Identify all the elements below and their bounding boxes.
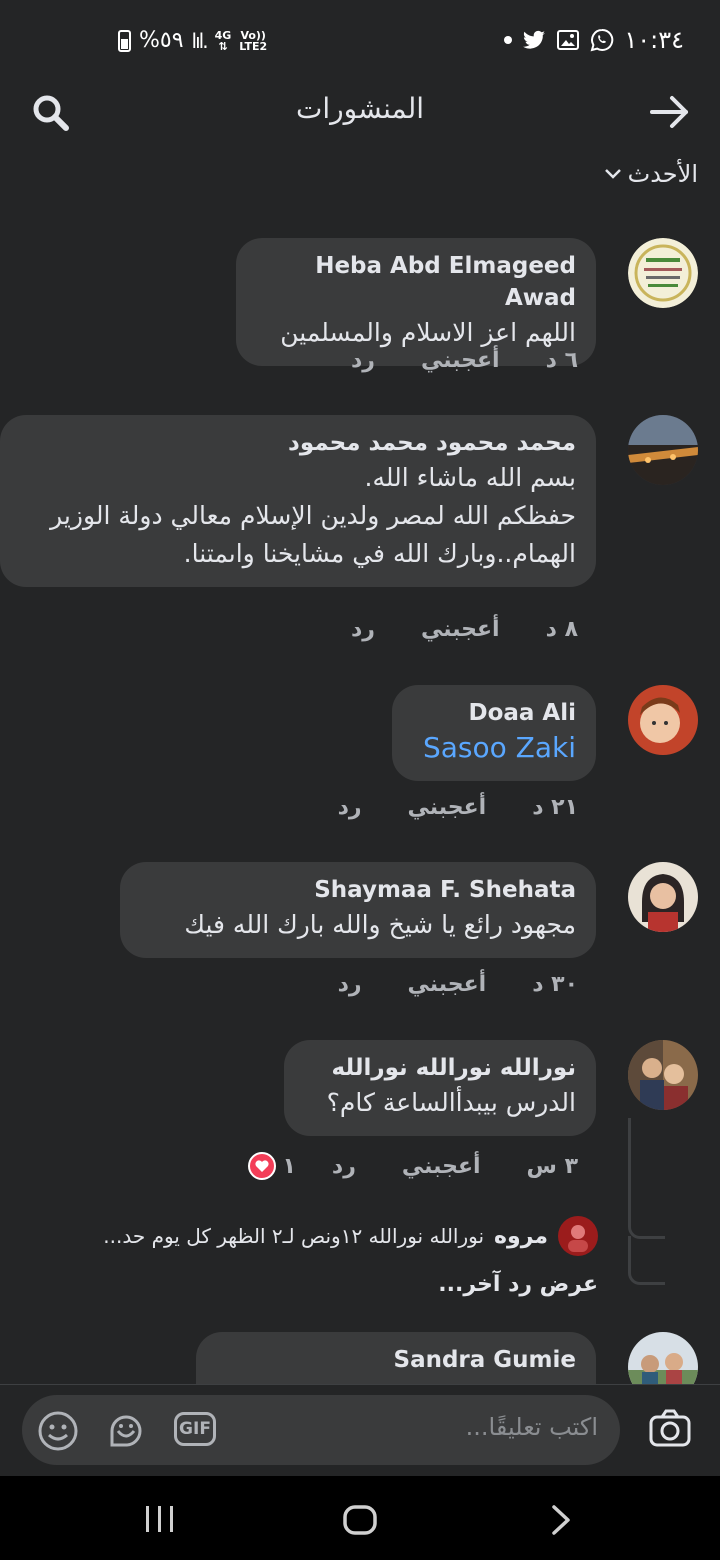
comment-author[interactable]: نورالله نورالله نورالله: [304, 1052, 576, 1084]
like-button[interactable]: أعجبني: [402, 1154, 481, 1179]
sort-dropdown[interactable]: الأحدث: [604, 160, 698, 188]
avatar[interactable]: [628, 415, 698, 485]
comment-text: الدرس بيبدأالساعة كام؟: [326, 1088, 576, 1117]
reply-button[interactable]: رد: [338, 795, 362, 820]
home-icon[interactable]: [342, 1504, 378, 1536]
avatar[interactable]: [628, 1040, 698, 1110]
comment-time: ٣٠ د: [532, 972, 578, 997]
status-bar: %٥٩ lıl. 4G ⇅ Vo)) LTE2 ١٠:٣٤: [0, 0, 720, 80]
like-button[interactable]: أعجبني: [421, 348, 500, 373]
comment-bubble[interactable]: نورالله نورالله نورالله الدرس بيبدأالساع…: [284, 1040, 596, 1136]
recent-apps-icon[interactable]: [144, 1504, 176, 1534]
reply-button[interactable]: رد: [351, 617, 375, 642]
twitter-icon: [523, 30, 546, 49]
comment-author[interactable]: Doaa Ali: [412, 697, 576, 729]
avatar[interactable]: [628, 862, 698, 932]
mention-link[interactable]: Sasoo Zaki: [412, 729, 576, 767]
comment-time: ٨ د: [545, 617, 578, 642]
comment-text: اللهم اعز الاسلام والمسلمين: [280, 318, 576, 347]
reply-button[interactable]: رد: [351, 348, 375, 373]
comment-actions: ٣٠ د أعجبني رد: [338, 972, 578, 997]
avatar[interactable]: [628, 685, 698, 755]
comment-text: مجهود رائع يا شيخ والله بارك الله فيك: [184, 910, 576, 939]
comment-placeholder: اكتب تعليقًا...: [465, 1413, 598, 1441]
reaction-summary[interactable]: ١: [248, 1152, 296, 1180]
comment-bubble[interactable]: Shaymaa F. Shehata مجهود رائع يا شيخ وال…: [120, 862, 596, 958]
avatar: [558, 1216, 598, 1256]
comment-actions: ٢١ د أعجبني رد: [338, 795, 578, 820]
comment-time: ٦ د: [545, 348, 578, 373]
like-button[interactable]: أعجبني: [408, 795, 487, 820]
comment-bubble[interactable]: محمد محمود محمد محمود بسم الله ماشاء الل…: [0, 415, 596, 587]
comment-author[interactable]: Heba Abd Elmageed Awad: [256, 250, 576, 314]
signal-icon: lıl.: [191, 28, 209, 53]
like-button[interactable]: أعجبني: [421, 617, 500, 642]
thread-connector: [628, 1118, 665, 1239]
top-app-bar: المنشورات: [0, 80, 720, 140]
like-button[interactable]: أعجبني: [408, 972, 487, 997]
thread-connector: [628, 1236, 665, 1285]
comment-input[interactable]: اكتب تعليقًا... GIF: [22, 1395, 620, 1465]
notification-dot: [504, 36, 513, 44]
comment-actions: ٣ س أعجبني رد ١: [248, 1152, 578, 1180]
emoji-icon[interactable]: [36, 1409, 80, 1453]
comment-author[interactable]: محمد محمود محمد محمود: [20, 427, 576, 459]
chevron-down-icon: [604, 169, 621, 179]
avatar[interactable]: [628, 238, 698, 308]
comment-bubble[interactable]: Heba Abd Elmageed Awad اللهم اعز الاسلام…: [236, 238, 596, 366]
clock: ١٠:٣٤: [624, 26, 684, 54]
camera-icon[interactable]: [648, 1407, 692, 1451]
network-type-lte: Vo)) LTE2: [239, 28, 268, 53]
comment: Sandra Gumie: [22, 1332, 698, 1384]
heart-reaction-icon: [248, 1152, 277, 1180]
back-nav-icon[interactable]: [550, 1504, 572, 1536]
sticker-icon[interactable]: [104, 1409, 148, 1453]
reply-text: نورالله نورالله ١٢ونص لـ٢ الظهر كل يوم ح…: [103, 1224, 485, 1248]
comment-composer: اكتب تعليقًا... GIF: [0, 1384, 720, 1477]
network-type-4g: 4G ⇅: [214, 28, 232, 53]
reply-button[interactable]: رد: [332, 1154, 356, 1179]
reply-author[interactable]: مروه: [494, 1224, 548, 1249]
comment-author[interactable]: Sandra Gumie: [216, 1344, 577, 1376]
comment-text-line: حفظكم الله لمصر ولدين الإسلام معالي دولة…: [50, 501, 576, 530]
comment-bubble[interactable]: Doaa Ali Sasoo Zaki: [392, 685, 596, 781]
comment-bubble[interactable]: Sandra Gumie: [196, 1332, 596, 1384]
whatsapp-icon: [590, 28, 614, 52]
comment-time: ٣ س: [526, 1153, 578, 1179]
comment-actions: ٦ د أعجبني رد: [351, 348, 578, 373]
view-more-replies[interactable]: عرض رد آخر...: [438, 1272, 598, 1297]
comment-text-line: الهمام..وبارك الله في مشايخنا واىمتنا.: [183, 539, 576, 568]
back-arrow-icon[interactable]: [648, 92, 692, 132]
battery-level: %٥٩: [139, 28, 184, 53]
battery-icon: [118, 29, 131, 52]
comment-time: ٢١ د: [532, 795, 578, 820]
page-title: المنشورات: [295, 92, 425, 125]
sort-label: الأحدث: [627, 160, 698, 188]
reaction-count: ١: [282, 1153, 296, 1179]
gallery-icon: [557, 30, 580, 50]
comment-actions: ٨ د أعجبني رد: [351, 617, 578, 642]
comment-author[interactable]: Shaymaa F. Shehata: [140, 874, 576, 906]
comment-text-line: بسم الله ماشاء الله.: [364, 463, 577, 492]
reply-preview[interactable]: مروه نورالله نورالله ١٢ونص لـ٢ الظهر كل …: [18, 1216, 598, 1256]
gif-button[interactable]: GIF: [174, 1412, 216, 1446]
avatar[interactable]: [628, 1332, 698, 1384]
reply-button[interactable]: رد: [338, 972, 362, 997]
system-nav-bar: [0, 1476, 720, 1560]
